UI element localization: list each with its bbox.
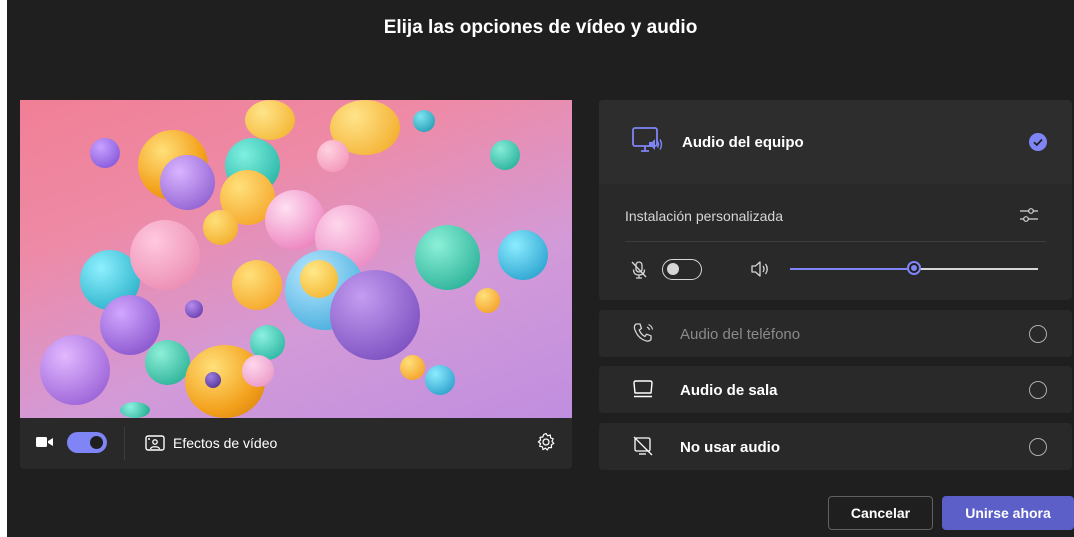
speaker-icon (750, 260, 770, 278)
toggle-knob (90, 436, 103, 449)
room-audio-icon (632, 379, 654, 399)
decor-sphere (145, 340, 190, 385)
video-controls-bar: Efectos de vídeo (20, 418, 572, 469)
decor-sphere (413, 110, 435, 132)
mic-off-icon (630, 260, 648, 280)
decor-sphere (475, 288, 500, 313)
divider (124, 427, 125, 460)
join-dialog: Elija las opciones de vídeo y audio Efec… (7, 0, 1074, 537)
speaker-volume-slider[interactable] (790, 261, 1038, 275)
video-effects-button[interactable]: Efectos de vídeo (145, 432, 277, 454)
volume-fill (790, 268, 914, 270)
sliders-settings-icon[interactable] (1019, 206, 1039, 224)
decor-sphere (40, 335, 110, 405)
room-audio-label: Audio de sala (680, 382, 778, 399)
microphone-toggle[interactable] (662, 259, 702, 280)
decor-sphere (90, 138, 120, 168)
decor-sphere (120, 402, 150, 418)
computer-audio-header[interactable]: Audio del equipo (599, 100, 1072, 184)
decor-sphere (498, 230, 548, 280)
join-now-button[interactable]: Unirse ahora (942, 496, 1074, 530)
decor-sphere (400, 355, 425, 380)
decor-sphere (425, 365, 455, 395)
no-audio-icon (633, 436, 653, 456)
custom-setup-label: Instalación personalizada (625, 208, 783, 224)
no-audio-radio[interactable] (1029, 438, 1047, 456)
phone-audio-label: Audio del teléfono (680, 326, 801, 343)
cancel-button[interactable]: Cancelar (828, 496, 933, 530)
decor-sphere (205, 372, 221, 388)
decor-sphere (300, 260, 338, 298)
room-audio-option[interactable]: Audio de sala (599, 366, 1072, 413)
camera-toggle[interactable] (67, 432, 107, 453)
dialog-title: Elija las opciones de vídeo y audio (383, 17, 698, 38)
decor-sphere (130, 220, 200, 290)
no-audio-label: No usar audio (680, 439, 781, 456)
decor-sphere (245, 100, 295, 140)
computer-audio-label: Audio del equipo (682, 134, 804, 151)
divider (625, 241, 1046, 242)
decor-sphere (490, 140, 520, 170)
toggle-knob (667, 263, 679, 275)
video-camera-icon (36, 435, 54, 449)
decor-sphere (242, 355, 274, 387)
phone-audio-option[interactable]: Audio del teléfono (599, 310, 1072, 357)
decor-sphere (317, 140, 349, 172)
decor-sphere (185, 300, 203, 318)
decor-sphere (203, 210, 238, 245)
no-audio-option[interactable]: No usar audio (599, 423, 1072, 470)
selected-check-icon (1029, 133, 1047, 151)
decor-sphere (232, 260, 282, 310)
room-audio-radio[interactable] (1029, 381, 1047, 399)
decor-sphere (160, 155, 215, 210)
video-effects-icon (145, 435, 165, 451)
video-effects-label: Efectos de vídeo (173, 435, 278, 451)
video-preview (20, 100, 572, 418)
phone-audio-icon (632, 322, 656, 344)
phone-audio-radio[interactable] (1029, 325, 1047, 343)
gear-icon[interactable] (536, 432, 556, 452)
decor-sphere (330, 270, 420, 360)
volume-thumb[interactable] (907, 261, 921, 275)
decor-sphere (415, 225, 480, 290)
computer-audio-option[interactable]: Audio del equipo Instalación personaliza… (599, 100, 1072, 300)
computer-audio-icon (632, 127, 664, 157)
